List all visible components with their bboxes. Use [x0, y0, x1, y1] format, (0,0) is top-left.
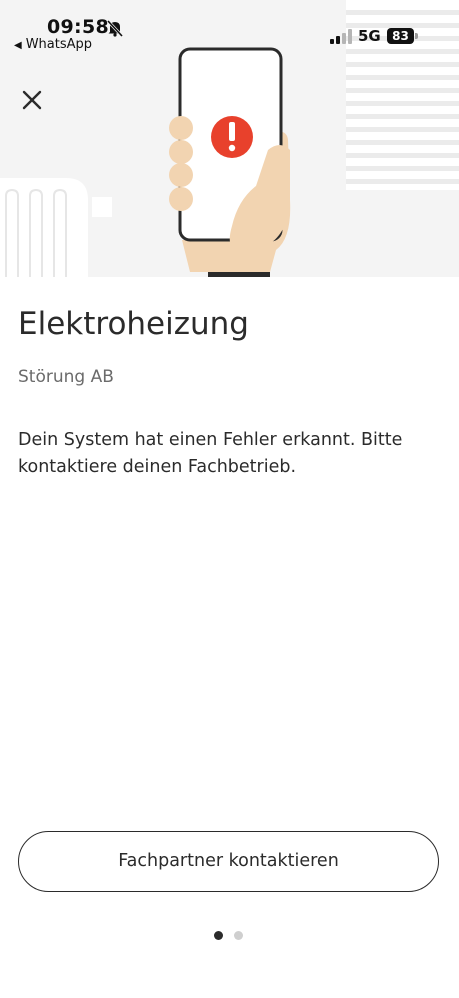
wrist-line — [208, 272, 270, 277]
battery-tip — [415, 33, 418, 39]
close-icon[interactable] — [18, 86, 46, 114]
page-dot-active[interactable] — [214, 931, 223, 940]
back-triangle-icon: ◀ — [14, 40, 22, 51]
error-screen: 09:58 ◀ WhatsApp 5G 83 Elektroheizung Stö… — [0, 0, 459, 998]
network-type: 5G — [358, 27, 381, 45]
back-app-label: WhatsApp — [25, 37, 93, 52]
battery-icon: 83 — [387, 28, 414, 44]
signal-icon — [330, 29, 352, 44]
exclamation-alert-icon — [211, 116, 253, 158]
status-time: 09:58 — [47, 16, 109, 38]
error-message: Dein System hat einen Fehler erkannt. Bi… — [18, 430, 403, 477]
radiator — [0, 178, 88, 277]
bell-off-icon — [106, 19, 124, 37]
error-code: Störung AB — [18, 367, 114, 387]
page-title: Elektroheizung — [18, 306, 249, 342]
back-to-app-link[interactable]: ◀ WhatsApp — [14, 37, 92, 52]
page-dot[interactable] — [234, 931, 243, 940]
contact-partner-button[interactable]: Fachpartner kontaktieren — [18, 831, 439, 892]
radiator-valve — [92, 197, 112, 217]
status-bar: 09:58 ◀ WhatsApp 5G 83 — [0, 0, 459, 56]
